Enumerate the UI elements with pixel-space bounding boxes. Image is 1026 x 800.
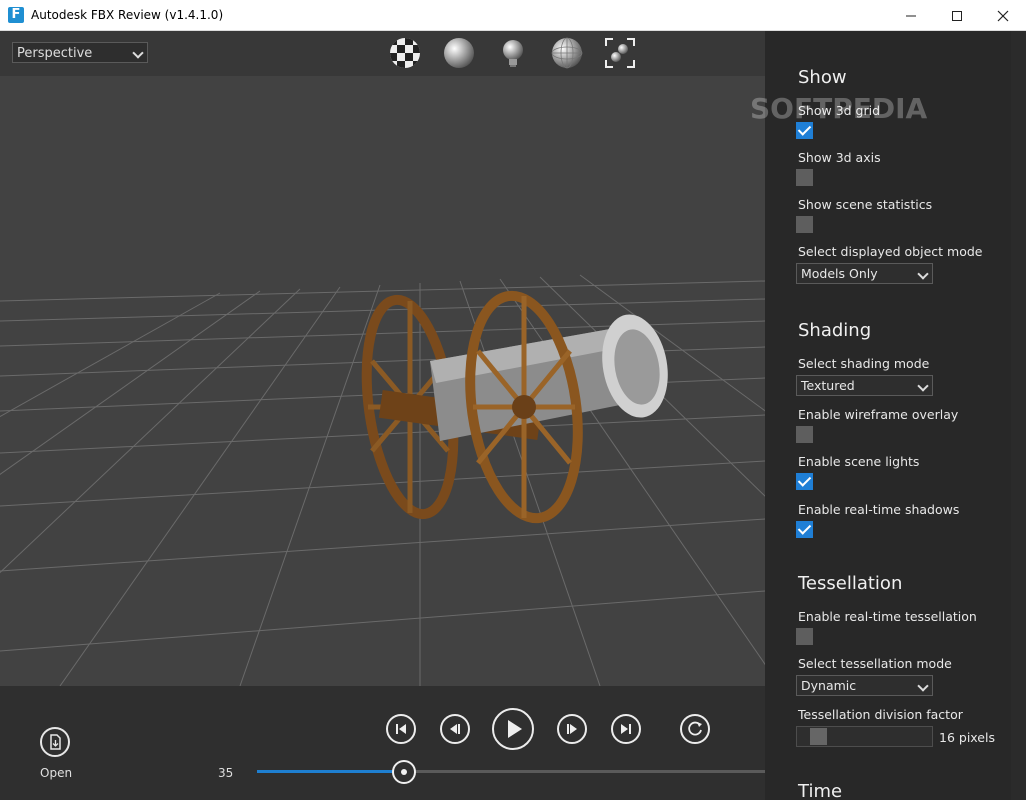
checker-sphere-icon[interactable] (389, 37, 421, 69)
tessellation-enable-checkbox[interactable] (796, 628, 813, 645)
play-button[interactable] (492, 708, 534, 750)
tessellation-mode-value: Dynamic (801, 678, 857, 693)
object-mode-value: Models Only (801, 266, 878, 281)
wireframe-checkbox[interactable] (796, 426, 813, 443)
3d-viewport[interactable]: Perspective (0, 31, 765, 686)
section-time-title: Time (798, 781, 843, 800)
show-stats-checkbox[interactable] (796, 216, 813, 233)
close-icon (997, 10, 1009, 21)
loop-button[interactable] (680, 714, 710, 744)
panel-scrollbar[interactable] (1011, 31, 1026, 800)
shading-mode-value: Textured (801, 378, 855, 393)
settings-panel: Show Show 3d grid Show 3d axis Show scen… (765, 31, 1026, 800)
light-bulb-icon[interactable] (497, 37, 529, 69)
minimize-icon (906, 15, 916, 16)
tessellation-factor-label: Tessellation division factor (798, 707, 963, 722)
minimize-button[interactable] (888, 0, 934, 31)
section-shading-title: Shading (798, 320, 872, 341)
app-icon: F (8, 7, 24, 23)
show-grid-checkbox[interactable] (796, 122, 813, 139)
wireframe-sphere-icon[interactable] (551, 37, 583, 69)
playback-bar (0, 686, 765, 800)
chevron-down-icon (917, 380, 929, 392)
title-bar: F Autodesk FBX Review (v1.4.1.0) (0, 0, 1026, 31)
step-forward-icon (567, 724, 577, 734)
skip-to-start-icon (396, 724, 406, 734)
scene-canvas (0, 31, 765, 686)
shading-mode-dropdown[interactable]: Textured (796, 375, 933, 396)
open-label: Open (40, 766, 73, 780)
shadows-checkbox[interactable] (796, 521, 813, 538)
step-back-icon (450, 724, 460, 734)
play-icon (508, 720, 522, 738)
sphere-icon[interactable] (443, 37, 475, 69)
tessellation-factor-thumb[interactable] (810, 728, 827, 745)
timeline-thumb[interactable] (392, 760, 416, 784)
current-frame: 35 (218, 766, 234, 780)
window-title: Autodesk FBX Review (v1.4.1.0) (31, 8, 224, 22)
loop-icon (688, 721, 702, 736)
scene-lights-checkbox[interactable] (796, 473, 813, 490)
frame-all-icon[interactable] (604, 37, 636, 69)
object-mode-dropdown[interactable]: Models Only (796, 263, 933, 284)
close-button[interactable] (980, 0, 1026, 31)
tessellation-enable-label: Enable real-time tessellation (798, 609, 977, 624)
section-tessellation-title: Tessellation (798, 573, 903, 594)
camera-view-dropdown[interactable]: Perspective (12, 42, 148, 63)
open-file-icon (50, 734, 61, 750)
maximize-button[interactable] (934, 0, 980, 31)
tessellation-factor-value: 16 pixels (939, 730, 995, 745)
wireframe-label: Enable wireframe overlay (798, 407, 959, 422)
skip-to-start-button[interactable] (386, 714, 416, 744)
skip-to-end-icon (621, 724, 631, 734)
show-grid-label: Show 3d grid (798, 103, 881, 118)
tessellation-mode-dropdown[interactable]: Dynamic (796, 675, 933, 696)
tessellation-mode-label: Select tessellation mode (798, 656, 952, 671)
chevron-down-icon (132, 47, 144, 59)
timeline-progress (257, 770, 404, 773)
open-file-button[interactable] (40, 727, 70, 757)
camera-view-value: Perspective (17, 46, 93, 61)
maximize-icon (952, 10, 962, 21)
section-show-title: Show (798, 67, 847, 88)
step-back-button[interactable] (440, 714, 470, 744)
chevron-down-icon (917, 268, 929, 280)
show-axis-label: Show 3d axis (798, 150, 881, 165)
skip-to-end-button[interactable] (611, 714, 641, 744)
show-axis-checkbox[interactable] (796, 169, 813, 186)
shading-mode-label: Select shading mode (798, 356, 930, 371)
object-mode-label: Select displayed object mode (798, 244, 983, 259)
shadows-label: Enable real-time shadows (798, 502, 960, 517)
scene-lights-label: Enable scene lights (798, 454, 920, 469)
show-stats-label: Show scene statistics (798, 197, 933, 212)
step-forward-button[interactable] (557, 714, 587, 744)
chevron-down-icon (917, 680, 929, 692)
